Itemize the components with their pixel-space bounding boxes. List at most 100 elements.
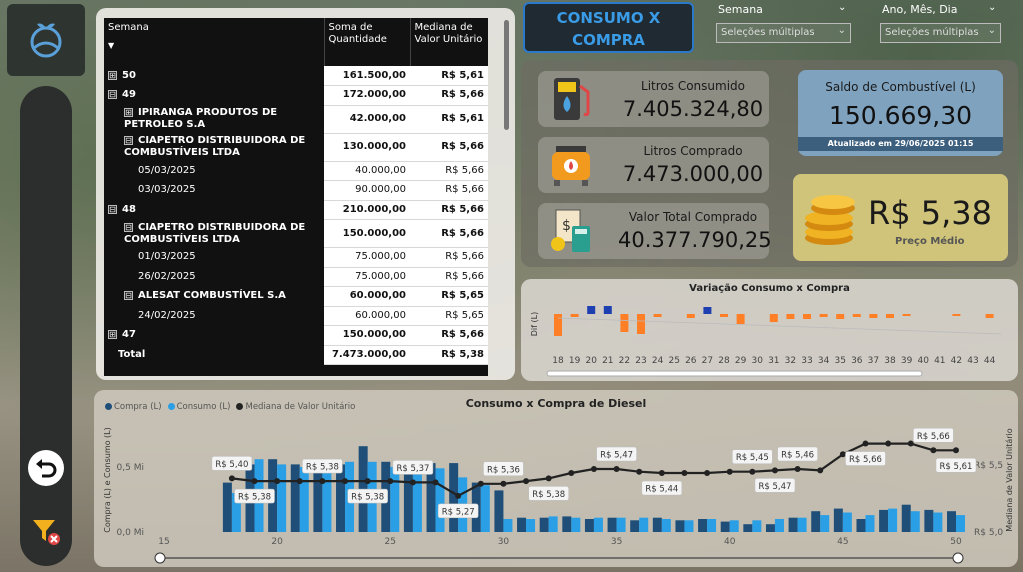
table-row[interactable]: ⊞ 47 150.000,00 R$ 5,66 [104,325,488,346]
variation-bar[interactable] [803,314,811,319]
consumo-bar[interactable] [865,515,875,532]
range-slider-end-handle[interactable] [952,552,964,564]
table-scrollbar[interactable] [504,20,509,130]
variation-bar[interactable] [869,314,878,318]
compra-bar[interactable] [901,504,911,532]
consumo-bar[interactable] [480,485,490,532]
consumo-bar[interactable] [322,463,332,532]
mediana-point[interactable] [636,468,643,475]
compra-bar[interactable] [290,464,300,532]
mediana-point[interactable] [342,478,349,485]
mediana-point[interactable] [364,478,371,485]
variation-bar[interactable] [952,314,961,316]
variation-bar[interactable] [603,306,612,314]
consumo-bar[interactable] [797,517,807,532]
variation-bar[interactable] [852,314,861,317]
header-quantidade[interactable]: Soma de Quantidade [324,18,411,66]
mediana-point[interactable] [930,447,937,454]
consumo-bar[interactable] [299,467,309,532]
mediana-point[interactable] [726,468,733,475]
compra-bar[interactable] [856,519,866,532]
compra-bar[interactable] [584,519,594,532]
compra-bar[interactable] [539,517,549,532]
expand-icon[interactable]: ⊞ [108,330,117,340]
expand-icon[interactable]: ⊞ [108,70,117,80]
consumo-bar[interactable] [390,467,400,532]
consumo-bar[interactable] [820,515,830,532]
mediana-point[interactable] [500,480,507,487]
compra-bar[interactable] [562,516,572,532]
compra-bar[interactable] [336,464,346,532]
compra-bar[interactable] [517,517,527,532]
mediana-point[interactable] [387,478,394,485]
consumo-bar[interactable] [910,511,920,532]
collapse-icon[interactable]: ⊟ [108,90,117,100]
mediana-point[interactable] [296,478,303,485]
mediana-point[interactable] [251,478,258,485]
mediana-point[interactable] [771,467,778,474]
variation-bar[interactable] [786,314,795,319]
table-row[interactable]: ⊞ IPIRANGA PRODUTOS DE PETROLEO S.A 42.000… [104,105,488,134]
variation-bar[interactable] [902,314,911,316]
consumo-bar[interactable] [888,508,898,532]
table-row[interactable]: ⊞ 50 161.500,00 R$ 5,61 [104,66,488,86]
collapse-icon[interactable]: ⊟ [124,222,133,232]
consumo-bar[interactable] [526,519,536,532]
variation-bar[interactable] [637,314,645,334]
mediana-point[interactable] [568,470,575,477]
chevron-down-icon[interactable]: ⌄ [838,2,846,13]
compra-bar[interactable] [222,482,232,532]
variation-bar[interactable] [587,306,596,314]
header-valor[interactable]: Mediana de Valor Unitário [410,18,488,66]
mediana-point[interactable] [704,470,711,477]
consumo-bar[interactable] [593,517,603,532]
variation-bar[interactable] [736,314,745,324]
compra-bar[interactable] [675,520,685,532]
compra-bar[interactable] [811,511,821,532]
mediana-point[interactable] [817,467,824,474]
compra-bar[interactable] [698,519,708,532]
mediana-point[interactable] [749,468,756,475]
consumo-bar[interactable] [774,519,784,532]
variation-scrollbar[interactable] [546,370,923,377]
compra-bar[interactable] [924,509,934,532]
table-row[interactable]: 26/02/2025 75.000,00 R$ 5,66 [104,267,488,287]
mediana-point[interactable] [681,470,688,477]
variation-bar[interactable] [570,314,579,317]
consumo-bar[interactable] [435,468,445,532]
table-row[interactable]: ⊟ CIAPETRO DISTRIBUIDORA DE COMBUSTÍVEIS … [104,219,488,248]
compra-bar[interactable] [765,524,775,532]
consumo-bar[interactable] [842,512,852,533]
compra-bar[interactable] [630,520,640,532]
compra-bar[interactable] [743,524,753,532]
mediana-point[interactable] [613,466,620,473]
mediana-point[interactable] [839,451,846,458]
consumo-bar[interactable] [752,520,762,532]
variation-bar[interactable] [886,314,894,318]
collapse-icon[interactable]: ⊟ [108,204,117,214]
mediana-point[interactable] [590,466,597,473]
mediana-point[interactable] [274,478,281,485]
table-row[interactable]: 03/03/2025 90.000,00 R$ 5,66 [104,180,488,201]
variation-bar[interactable] [653,314,662,317]
variation-bar[interactable] [819,314,828,317]
range-slider-start-handle[interactable] [154,552,166,564]
compra-bar[interactable] [879,509,889,532]
collapse-icon[interactable]: ⊟ [124,136,133,145]
variation-bar[interactable] [620,314,629,332]
mediana-point[interactable] [862,440,869,447]
table-row[interactable]: 01/03/2025 75.000,00 R$ 5,66 [104,247,488,268]
variation-bar[interactable] [686,314,695,318]
mediana-point[interactable] [545,475,552,482]
compra-bar[interactable] [607,517,617,532]
mediana-point[interactable] [477,480,484,487]
compra-bar[interactable] [947,511,956,532]
consumo-bar[interactable] [661,519,671,532]
consumo-bar[interactable] [616,517,626,532]
table-row[interactable]: ⊟ 48 210.000,00 R$ 5,66 [104,200,488,220]
filter-semana-dropdown[interactable]: Seleções múltiplas ⌄ [716,23,851,43]
variation-bar[interactable] [836,314,845,319]
header-semana[interactable]: Semana ▼ [104,18,325,66]
table-row[interactable]: 24/02/2025 60.000,00 R$ 5,65 [104,306,488,326]
compra-bar[interactable] [652,517,662,532]
